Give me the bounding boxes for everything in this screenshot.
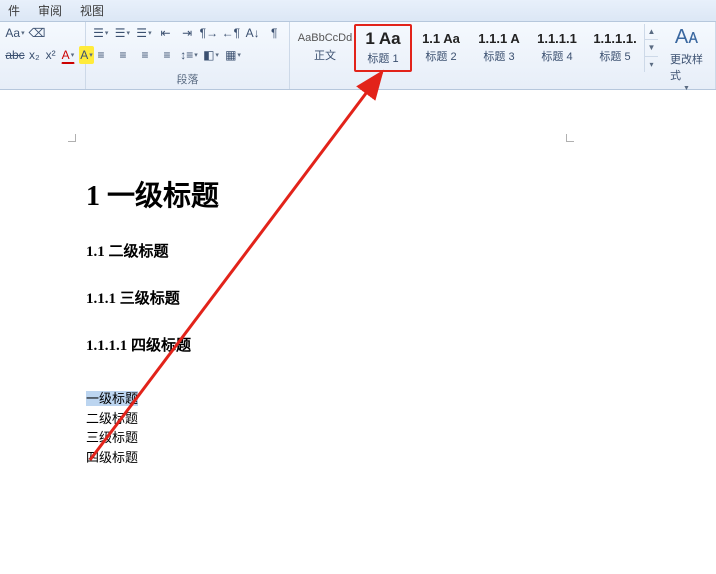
decrease-indent-button[interactable]: ⇤	[157, 24, 175, 42]
font-color-button[interactable]: A	[61, 46, 76, 64]
page-corner-tl	[68, 134, 76, 142]
style-name: 标题 3	[483, 48, 514, 64]
heading1-text[interactable]: 1 一级标题	[86, 174, 219, 214]
ltr-button[interactable]: ¶→	[200, 24, 218, 42]
shading-button[interactable]: ◧	[202, 46, 220, 64]
styles-group: AaBbCcDd 正文 1 Aa 标题 1 1.1 Aa 标题 2 1.1.1 …	[290, 22, 716, 89]
plain-text[interactable]: 三级标题	[86, 428, 219, 448]
gallery-scroll: ▲ ▼ ▾	[644, 24, 658, 72]
sup-button[interactable]: x²	[45, 46, 57, 64]
clear-format-button[interactable]: ⌫	[28, 24, 46, 42]
document-content[interactable]: 1 一级标题 1.1 二级标题 1.1.1 三级标题 1.1.1.1 四级标题 …	[86, 174, 219, 467]
rtl-button[interactable]: ←¶	[222, 24, 240, 42]
style-sample: AaBbCcDd	[298, 33, 352, 44]
font-group: Aa ⌫ abc x₂ x² A A	[0, 22, 86, 89]
show-marks-button[interactable]: ¶	[265, 24, 283, 42]
numbering-button[interactable]: ☰	[114, 24, 132, 42]
align-center-button[interactable]: ≡	[114, 46, 132, 64]
gallery-up-button[interactable]: ▲	[645, 24, 658, 40]
gallery-down-button[interactable]: ▼	[645, 40, 658, 56]
bullets-button[interactable]: ☰	[92, 24, 110, 42]
style-heading5[interactable]: 1.1.1.1. 标题 5	[586, 24, 644, 72]
gallery-expand-button[interactable]: ▾	[645, 57, 658, 72]
multilevel-button[interactable]: ☰	[135, 24, 153, 42]
align-left-button[interactable]: ≡	[92, 46, 110, 64]
align-right-button[interactable]: ≡	[136, 46, 154, 64]
heading4-text[interactable]: 1.1.1.1 四级标题	[86, 334, 219, 355]
style-sample: 1.1 Aa	[422, 32, 460, 45]
style-name: 标题 2	[425, 48, 456, 64]
tab-review[interactable]: 审阅	[38, 2, 62, 19]
tab-view[interactable]: 视图	[80, 2, 104, 19]
align-justify-button[interactable]: ≡	[158, 46, 176, 64]
ribbon: Aa ⌫ abc x₂ x² A A ☰ ☰ ☰ ⇤ ⇥ ¶→ ←¶	[0, 22, 716, 90]
style-heading4[interactable]: 1.1.1.1 标题 4	[528, 24, 586, 72]
line-spacing-button[interactable]: ↕≡	[180, 46, 198, 64]
style-normal[interactable]: AaBbCcDd 正文	[296, 24, 354, 72]
style-sample: 1.1.1 A	[478, 32, 519, 45]
strike-button[interactable]: abc	[6, 46, 24, 64]
change-case-button[interactable]: Aa	[6, 24, 24, 42]
heading2-text[interactable]: 1.1 二级标题	[86, 240, 219, 261]
document-area[interactable]: 1 一级标题 1.1 二级标题 1.1.1 三级标题 1.1.1.1 四级标题 …	[0, 90, 716, 500]
paragraph-group-label: 段落	[92, 71, 283, 89]
paragraph-group: ☰ ☰ ☰ ⇤ ⇥ ¶→ ←¶ A↓ ¶ ≡ ≡ ≡ ≡ ↕≡ ◧ ▦ 段落	[86, 22, 290, 89]
style-name: 标题 4	[541, 48, 572, 64]
styles-gallery: AaBbCcDd 正文 1 Aa 标题 1 1.1 Aa 标题 2 1.1.1 …	[296, 24, 658, 72]
style-heading1[interactable]: 1 Aa 标题 1	[354, 24, 412, 72]
font-group-label	[6, 75, 79, 89]
ribbon-tabbar: 件 审阅 视图	[0, 0, 716, 22]
style-heading2[interactable]: 1.1 Aa 标题 2	[412, 24, 470, 72]
heading3-text[interactable]: 1.1.1 三级标题	[86, 287, 219, 308]
style-name: 正文	[314, 47, 336, 63]
style-name: 标题 5	[599, 48, 630, 64]
tab-partial[interactable]: 件	[8, 2, 20, 19]
selected-text[interactable]: 一级标题	[86, 391, 138, 406]
change-styles-button[interactable]: Aᴀ 更改样式 ▼	[664, 24, 709, 94]
plain-text[interactable]: 二级标题	[86, 409, 219, 429]
page: 1 一级标题 1.1 二级标题 1.1.1 三级标题 1.1.1.1 四级标题 …	[38, 114, 698, 574]
borders-button[interactable]: ▦	[224, 46, 242, 64]
style-sample: 1 Aa	[365, 30, 400, 47]
plain-text[interactable]: 四级标题	[86, 448, 219, 468]
style-sample: 1.1.1.1	[537, 32, 577, 45]
increase-indent-button[interactable]: ⇥	[178, 24, 196, 42]
style-sample: 1.1.1.1.	[593, 32, 636, 45]
style-name: 标题 1	[367, 50, 398, 66]
style-heading3[interactable]: 1.1.1 A 标题 3	[470, 24, 528, 72]
page-corner-tr	[566, 134, 574, 142]
change-styles-label: 更改样式	[670, 51, 703, 83]
sort-button[interactable]: A↓	[244, 24, 262, 42]
sub-button[interactable]: x₂	[28, 46, 41, 64]
change-styles-icon: Aᴀ	[675, 26, 698, 49]
